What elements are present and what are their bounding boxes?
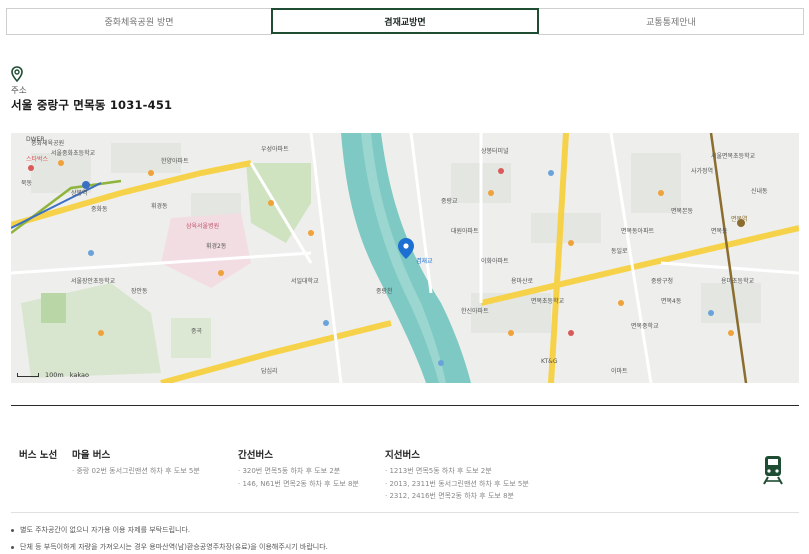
map-label: 장안동 <box>131 287 148 295</box>
bus-route-line: · 320번 면목5동 하차 후 도보 2분 <box>238 467 341 475</box>
tab-junghwa-park[interactable]: 중화체육공원 방면 <box>6 8 272 35</box>
bus-column-title: 간선버스 <box>238 450 273 461</box>
bus-route-line: · 1213번 면목5동 하차 후 도보 2분 <box>385 467 492 475</box>
address-value: 서울 중랑구 면목동 1031-451 <box>11 98 173 112</box>
map-label: 답십리 <box>261 367 278 375</box>
location-pin-icon <box>11 66 23 82</box>
note-item: 단체 등 부득이하게 자량을 가져오시는 경우 용마산역(남)환승공영주차장(유… <box>11 542 328 552</box>
map-label: 서울중화초등학교 <box>51 149 96 157</box>
map-label: 이마트 <box>611 367 628 375</box>
map-provider-logo: kakao <box>69 371 89 379</box>
map-label: 우성아파트 <box>261 145 289 153</box>
note-item: 별도 주차공간이 없으니 자가용 이용 자제를 부탁드립니다. <box>11 525 190 535</box>
map-label: 중화동 <box>91 206 108 213</box>
bus-column-branch: 지선버스 · 1213번 면목5동 하차 후 도보 2분 · 2013, 231… <box>385 447 529 503</box>
map-label: 서일대학교 <box>291 277 319 285</box>
map-label: 한신아파트 <box>461 307 489 315</box>
map-label: 겸재교 <box>416 257 433 265</box>
map-label: 동일로 <box>611 247 628 255</box>
map-label: 휘경동 <box>151 202 168 210</box>
notes-divider <box>11 512 799 513</box>
map-label: 면목중학교 <box>631 322 659 330</box>
map-label: 면목동아파트 <box>621 227 655 235</box>
map-label: KT&G <box>541 358 558 365</box>
map-label: 중곡 <box>191 328 203 335</box>
map-scale: 100m kakao <box>17 371 89 379</box>
map-label: 면목4동 <box>661 297 682 305</box>
tab-gyeomjae-bridge[interactable]: 겸재교방면 <box>271 8 539 34</box>
map-label: 대원아파트 <box>451 227 479 235</box>
map-label: 서울면목초등학교 <box>711 152 756 160</box>
map-scale-bar <box>17 373 39 377</box>
map-label: 용마초등학교 <box>721 277 755 285</box>
bus-route-line: · 중랑 02번 동서그린맨션 하차 후 도보 5분 <box>72 467 200 475</box>
bullet-icon <box>11 545 14 549</box>
map-label: 한양아파트 <box>161 157 189 165</box>
map-label: 면목초등학교 <box>531 297 565 305</box>
bullet-icon <box>11 528 14 532</box>
note-text: 별도 주차공간이 없으니 자가용 이용 자제를 부탁드립니다. <box>20 526 191 534</box>
map-label: 스타벅스 <box>26 155 49 163</box>
map-label: DWER <box>26 136 45 143</box>
map-label: 서울장안초등학교 <box>71 277 116 285</box>
map-label: 이화아파트 <box>481 257 509 265</box>
map-label: 묵동 <box>21 180 33 187</box>
map-label: 상봉역 <box>71 189 88 197</box>
map-label: 중랑천 <box>376 287 393 295</box>
address-label: 주소 <box>11 86 27 96</box>
tab-traffic-control[interactable]: 교통통제안내 <box>538 8 804 35</box>
bus-column-trunk: 간선버스 · 320번 면목5동 하차 후 도보 2분 · 146, N61번 … <box>238 447 359 490</box>
map-label: 면목역 <box>731 215 748 223</box>
section-divider <box>11 405 799 406</box>
map-label: 사가정역 <box>691 167 713 175</box>
map-canvas: 중화체육공원 서울중화초등학교 한양아파트 우성아파트 상봉역 중화동 DWER… <box>11 133 799 383</box>
map-label: 상봉터미널 <box>481 147 509 155</box>
map-label: 삼육서울병원 <box>186 222 219 230</box>
note-text: 단체 등 부득이하게 자량을 가져오시는 경우 용마산역(남)환승공영주차장(유… <box>20 543 328 551</box>
map-label: 휘경2동 <box>206 242 227 250</box>
map-label: 중랑구청 <box>651 278 673 285</box>
map-view[interactable]: 중화체육공원 서울중화초등학교 한양아파트 우성아파트 상봉역 중화동 DWER… <box>11 133 799 383</box>
tab-bar: 중화체육공원 방면 겸재교방면 교통통제안내 <box>6 8 804 35</box>
train-icon <box>763 456 783 485</box>
bus-route-line: · 2312, 2416번 면목2동 하차 후 도보 8분 <box>385 492 514 500</box>
bus-column-title: 마을 버스 <box>72 450 111 461</box>
map-scale-label: 100m <box>45 371 64 379</box>
map-label: 면목본동 <box>671 207 694 215</box>
bus-column-title: 지선버스 <box>385 450 420 461</box>
map-label: 면목동 <box>711 227 728 235</box>
map-label: 신내동 <box>751 187 768 195</box>
bus-column-village: 마을 버스 · 중랑 02번 동서그린맨션 하차 후 도보 5분 <box>72 447 200 478</box>
bus-section-title: 버스 노선 <box>19 450 58 461</box>
map-label: 중랑교 <box>441 198 458 205</box>
bus-route-line: · 146, N61번 면목2동 하차 후 도보 8분 <box>238 479 359 488</box>
bus-route-line: · 2013, 2311번 동서그린맨션 하차 후 도보 5분 <box>385 479 529 488</box>
map-label: 용마산로 <box>511 277 534 285</box>
